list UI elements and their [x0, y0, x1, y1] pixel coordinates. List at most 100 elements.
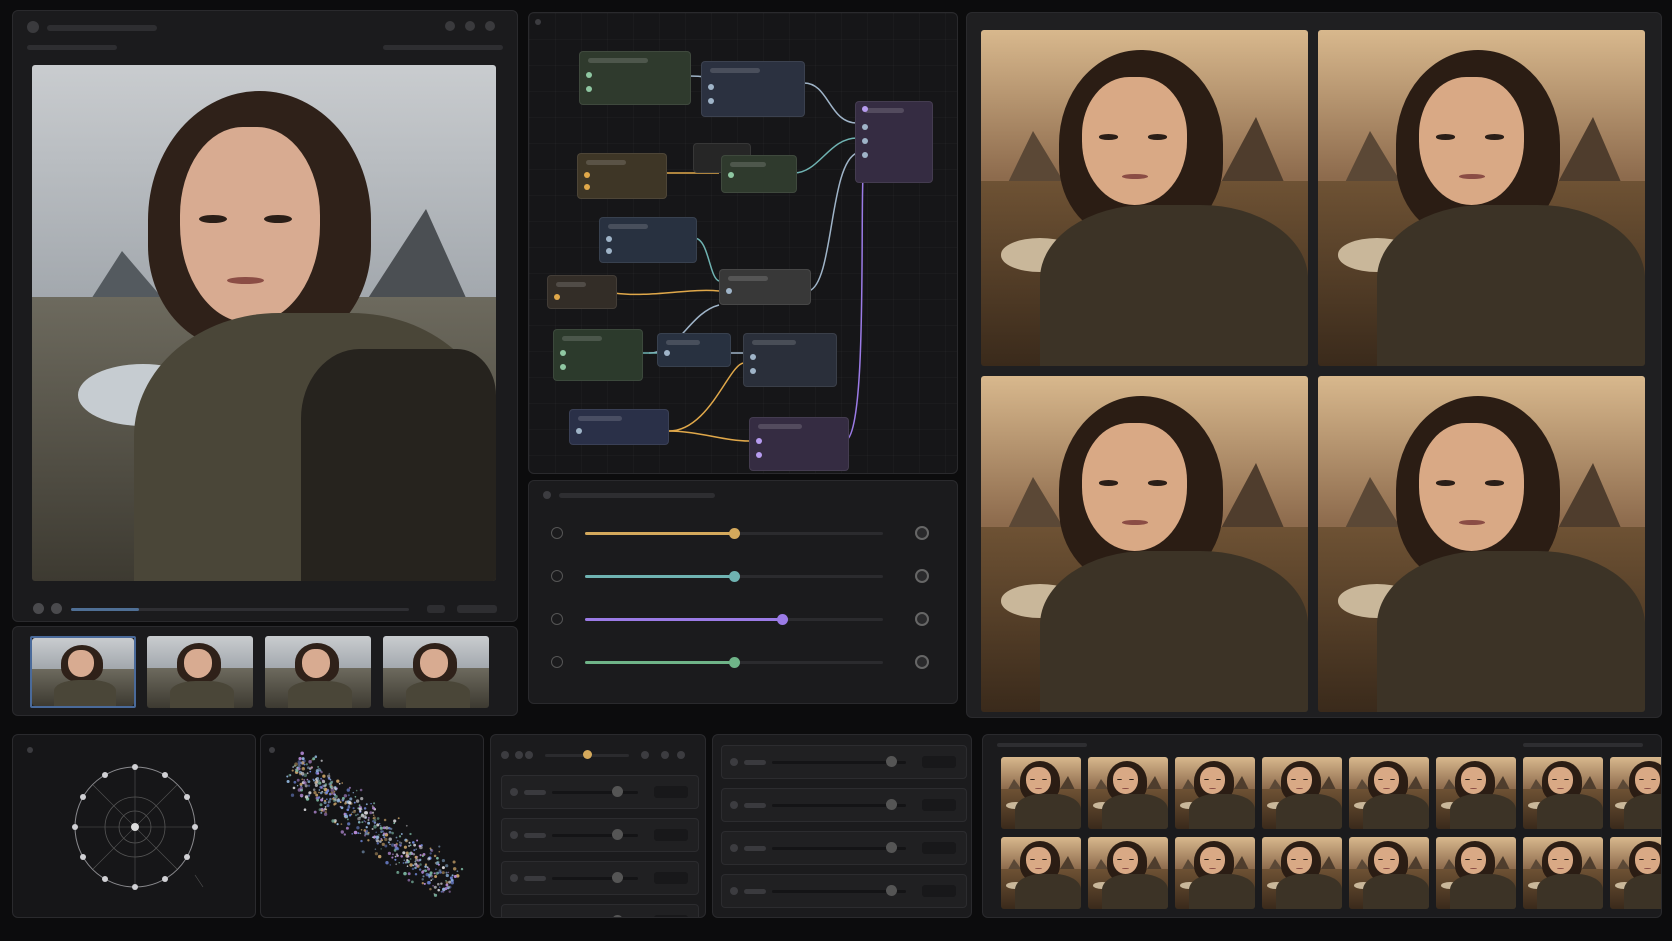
step-button[interactable]	[51, 603, 62, 614]
gallery-thumbnail[interactable]	[1436, 837, 1516, 909]
slider-reset-button[interactable]	[915, 526, 929, 540]
mini-control-row[interactable]	[501, 775, 699, 809]
node-lora[interactable]	[569, 409, 669, 445]
thumbnail[interactable]	[30, 636, 136, 708]
mini-icon-a[interactable]	[501, 751, 509, 759]
mini-row-knob[interactable]	[612, 786, 624, 797]
node-sampler-small[interactable]	[721, 155, 797, 193]
mini-row-knob[interactable]	[885, 799, 897, 810]
mini-row-label-placeholder	[524, 790, 546, 795]
gallery-thumbnail[interactable]	[1349, 837, 1429, 909]
mini-row-knob[interactable]	[612, 915, 624, 917]
mini-row-knob[interactable]	[885, 885, 897, 896]
gallery-tools-placeholder	[1523, 743, 1643, 747]
mini-row-knob[interactable]	[612, 829, 624, 840]
node-output[interactable]	[855, 101, 933, 183]
mini-controls-left	[490, 734, 706, 918]
adjustment-panel	[528, 480, 958, 704]
orbit-viewer[interactable]	[12, 734, 256, 918]
thumbnail[interactable]	[147, 636, 253, 708]
gallery-thumbnail[interactable]	[1436, 757, 1516, 829]
node-ksampler[interactable]	[719, 269, 811, 305]
window-minimize-button[interactable]	[445, 21, 455, 31]
mini-row-knob[interactable]	[885, 842, 897, 853]
gallery-thumbnail[interactable]	[1001, 757, 1081, 829]
variation-image[interactable]	[981, 30, 1308, 366]
variation-image[interactable]	[1318, 376, 1645, 712]
gallery-thumbnail[interactable]	[1175, 757, 1255, 829]
timeline-track[interactable]	[71, 608, 409, 611]
node-seed[interactable]	[547, 275, 617, 309]
playback-option-a[interactable]	[427, 605, 445, 613]
mini-control-row[interactable]	[501, 904, 699, 918]
mini-row-value-placeholder	[654, 872, 688, 884]
mini-row-label-placeholder	[744, 803, 766, 808]
mini-icon-e[interactable]	[661, 751, 669, 759]
slider-knob[interactable]	[729, 657, 740, 668]
node-conditioning[interactable]	[599, 217, 697, 263]
gallery-thumbnail[interactable]	[1088, 837, 1168, 909]
mini-icon-f[interactable]	[677, 751, 685, 759]
mini-row-icon	[510, 831, 518, 839]
node-encoder[interactable]	[701, 61, 805, 117]
mini-row-knob[interactable]	[885, 756, 897, 767]
gallery-thumbnail[interactable]	[1523, 837, 1603, 909]
slider-reset-button[interactable]	[915, 655, 929, 669]
node-save[interactable]	[749, 417, 849, 471]
mini-row-label-placeholder	[524, 876, 546, 881]
node-loader[interactable]	[579, 51, 691, 105]
thumbnail[interactable]	[383, 636, 489, 708]
variation-image[interactable]	[981, 376, 1308, 712]
gallery-thumbnail[interactable]	[1349, 757, 1429, 829]
gallery-thumbnail[interactable]	[1610, 837, 1661, 909]
mini-control-row[interactable]	[721, 745, 967, 779]
mini-control-row[interactable]	[721, 874, 967, 908]
gallery-thumbnail[interactable]	[1262, 837, 1342, 909]
window-close-button[interactable]	[485, 21, 495, 31]
variation-image[interactable]	[1318, 30, 1645, 366]
node-latent[interactable]	[553, 329, 643, 381]
mini-row-icon	[510, 917, 518, 918]
mini-row-value-placeholder	[922, 885, 956, 897]
mini-control-row[interactable]	[501, 861, 699, 895]
gallery-thumbnail[interactable]	[1175, 837, 1255, 909]
node-upscale[interactable]	[743, 333, 837, 387]
main-preview-image[interactable]	[32, 65, 496, 581]
node-prompt[interactable]	[577, 153, 667, 199]
thumbnail[interactable]	[265, 636, 371, 708]
window-title-placeholder	[47, 25, 157, 31]
mini-row-track[interactable]	[552, 877, 638, 880]
mini-control-row[interactable]	[721, 788, 967, 822]
play-button[interactable]	[33, 603, 44, 614]
slider-fill	[585, 575, 734, 578]
toolbar-placeholder-right	[383, 45, 503, 50]
mini-icon-c[interactable]	[525, 751, 533, 759]
mini-row-track[interactable]	[552, 834, 638, 837]
mini-row-knob[interactable]	[612, 872, 624, 883]
gallery-thumbnail[interactable]	[1262, 757, 1342, 829]
mini-master-knob[interactable]	[583, 750, 592, 759]
scatter-viewer[interactable]	[260, 734, 484, 918]
gallery-thumbnail[interactable]	[1088, 757, 1168, 829]
gallery-thumbnail[interactable]	[1610, 757, 1661, 829]
playback-option-b[interactable]	[457, 605, 497, 613]
slider-reset-button[interactable]	[915, 569, 929, 583]
mini-icon-d[interactable]	[641, 751, 649, 759]
mini-row-track[interactable]	[552, 791, 638, 794]
node-editor[interactable]	[528, 12, 958, 474]
mini-control-row[interactable]	[501, 818, 699, 852]
mini-icon-b[interactable]	[515, 751, 523, 759]
node-vae[interactable]	[657, 333, 731, 367]
slider-knob[interactable]	[729, 528, 740, 539]
mini-control-row[interactable]	[721, 831, 967, 865]
window-maximize-button[interactable]	[465, 21, 475, 31]
gallery-thumbnail[interactable]	[1001, 837, 1081, 909]
slider-knob[interactable]	[776, 614, 788, 625]
slider-reset-button[interactable]	[915, 612, 929, 626]
gallery-thumbnail[interactable]	[1523, 757, 1603, 829]
timeline-progress	[71, 608, 139, 611]
mini-row-value-placeholder	[922, 756, 956, 768]
thumbnail-strip	[12, 626, 518, 716]
slider-fill	[585, 618, 782, 621]
slider-knob[interactable]	[729, 571, 740, 582]
